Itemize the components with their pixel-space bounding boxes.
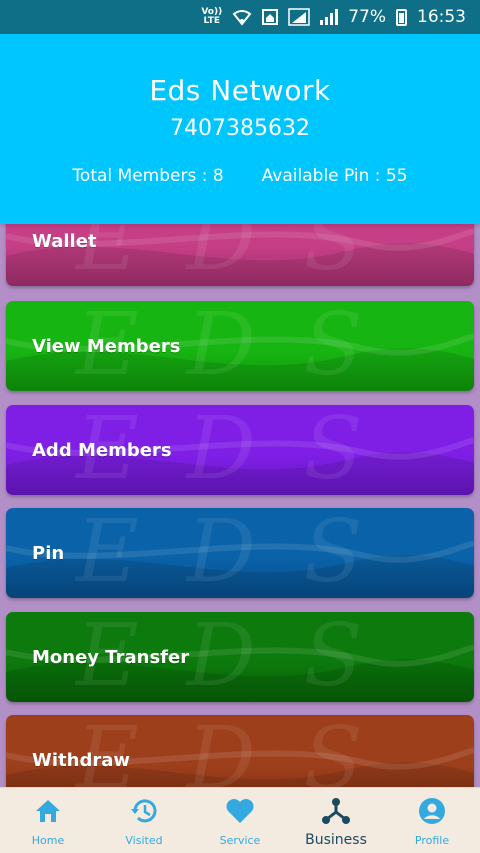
card-money-transfer[interactable]: EDS Money Transfer — [6, 612, 474, 702]
card-view-members[interactable]: EDS View Members — [6, 301, 474, 391]
network-icon — [321, 796, 351, 826]
nav-business[interactable]: Business — [288, 788, 384, 853]
nav-home[interactable]: Home — [0, 788, 96, 853]
nav-profile[interactable]: Profile — [384, 788, 480, 853]
battery-percent: 77% — [348, 7, 386, 27]
total-members: Total Members : 8 — [72, 166, 224, 186]
nav-label: Visited — [125, 834, 163, 847]
history-icon — [129, 796, 159, 826]
clock: 16:53 — [417, 7, 466, 27]
home-network-icon — [262, 9, 279, 25]
card-label: Add Members — [32, 439, 172, 461]
card-pin[interactable]: EDS Pin — [6, 508, 474, 598]
menu-card-list: EDS Wallet EDS View Members EDS Add Memb… — [0, 224, 480, 787]
header-panel: Eds Network 7407385632 Total Members : 8… — [0, 34, 480, 224]
wifi-icon — [232, 8, 252, 26]
phone-number: 7407385632 — [170, 116, 310, 141]
card-wallet[interactable]: EDS Wallet — [6, 224, 474, 286]
profile-icon — [418, 796, 446, 826]
signal-strength-icon — [320, 9, 339, 25]
card-add-members[interactable]: EDS Add Members — [6, 405, 474, 495]
signal-box-icon — [288, 8, 310, 26]
nav-label: Service — [219, 834, 261, 847]
nav-service[interactable]: Service — [192, 788, 288, 853]
card-label: Pin — [32, 542, 65, 564]
battery-icon — [396, 8, 407, 26]
card-label: Withdraw — [32, 749, 130, 771]
status-bar: Vo)) LTE 77% 16:53 — [0, 0, 480, 34]
nav-label: Profile — [414, 834, 450, 847]
available-pin: Available Pin : 55 — [261, 166, 408, 186]
nav-visited[interactable]: Visited — [96, 788, 192, 853]
card-watermark: EDS — [76, 508, 411, 598]
card-withdraw[interactable]: EDS Withdraw — [6, 715, 474, 787]
nav-label: Home — [31, 834, 65, 847]
nav-label: Business — [305, 832, 367, 848]
heart-icon — [225, 796, 255, 826]
card-label: Wallet — [32, 230, 97, 252]
volte-indicator: Vo)) LTE — [201, 8, 222, 26]
card-label: Money Transfer — [32, 646, 190, 668]
card-watermark: EDS — [76, 224, 411, 286]
page-title: Eds Network — [149, 74, 331, 107]
stats-row: Total Members : 8 Available Pin : 55 — [0, 166, 480, 186]
home-icon — [34, 796, 62, 826]
bottom-navigation: Home Visited Service Business Profile — [0, 787, 480, 853]
card-label: View Members — [32, 335, 181, 357]
lte-text: LTE — [203, 16, 221, 26]
